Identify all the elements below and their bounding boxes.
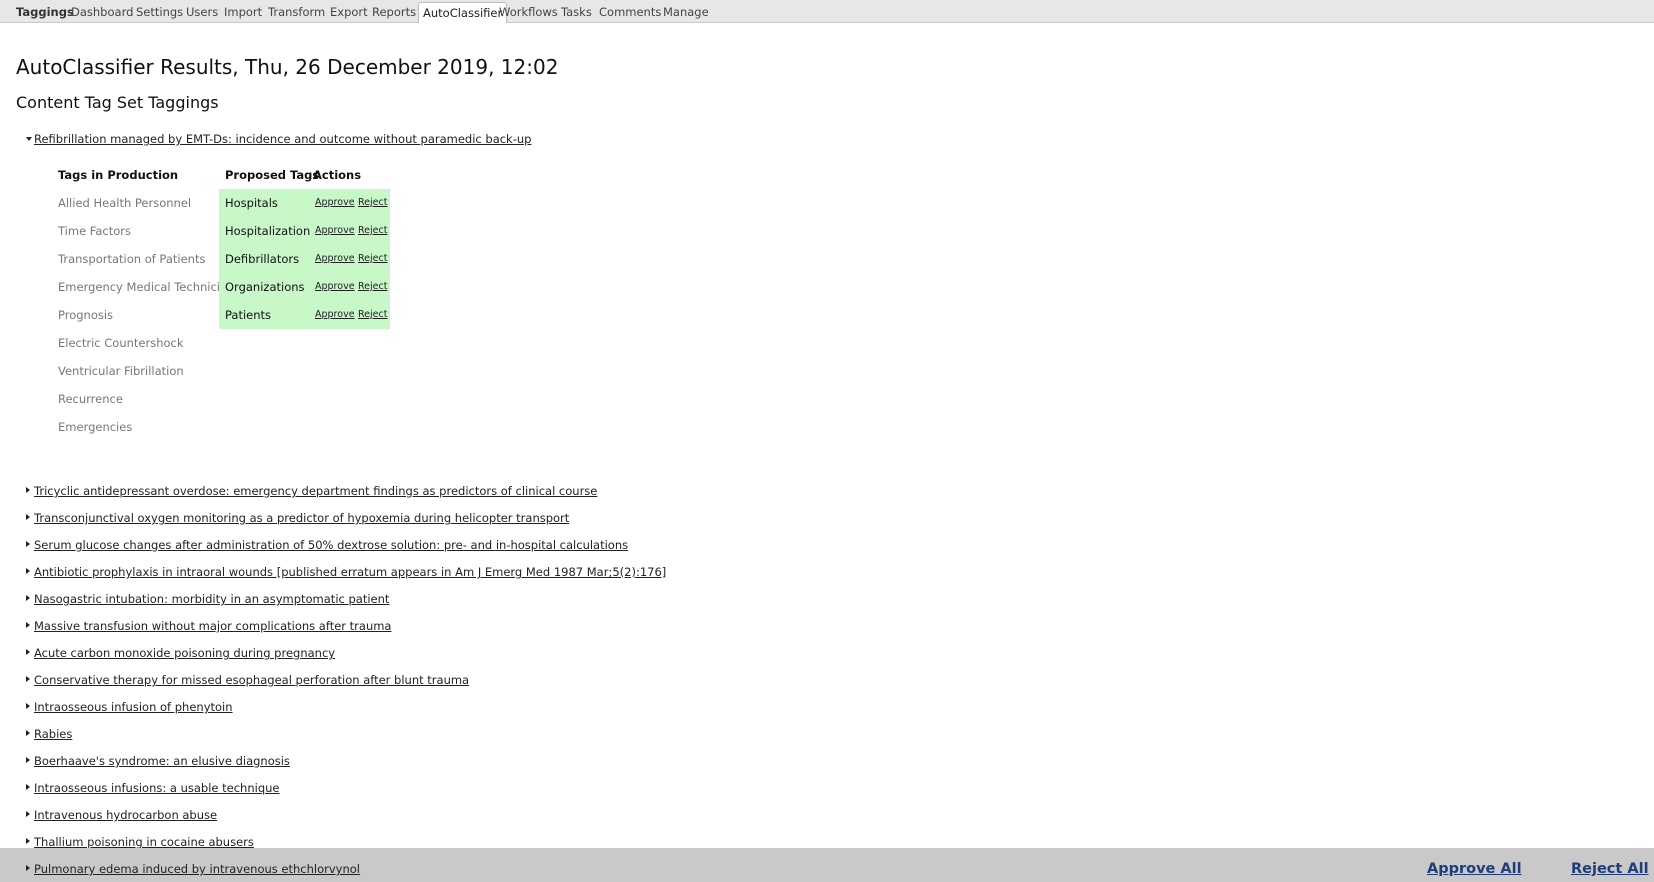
tab-export[interactable]: Export bbox=[330, 5, 368, 19]
expand-triangle-icon[interactable] bbox=[26, 568, 30, 574]
production-tag: Transportation of Patients bbox=[58, 252, 206, 266]
approve-button[interactable]: Approve bbox=[315, 309, 355, 320]
top-navigation-bar: Taggings Dashboard Settings Users Import… bbox=[0, 0, 1654, 23]
document-link[interactable]: Intravenous hydrocarbon abuse bbox=[34, 808, 217, 822]
page-subtitle: Content Tag Set Taggings bbox=[16, 93, 219, 112]
proposed-tag: Organizations bbox=[225, 280, 305, 294]
tab-settings[interactable]: Settings bbox=[136, 5, 183, 19]
document-link[interactable]: Transconjunctival oxygen monitoring as a… bbox=[34, 511, 569, 525]
expand-triangle-icon[interactable] bbox=[26, 595, 30, 601]
page-title: AutoClassifier Results, Thu, 26 December… bbox=[16, 55, 559, 79]
tab-dashboard[interactable]: Dashboard bbox=[71, 5, 133, 19]
tab-comments[interactable]: Comments bbox=[599, 5, 661, 19]
document-link[interactable]: Conservative therapy for missed esophage… bbox=[34, 673, 469, 687]
expand-triangle-icon[interactable] bbox=[26, 514, 30, 520]
tab-tasks[interactable]: Tasks bbox=[561, 5, 592, 19]
document-link[interactable]: Thallium poisoning in cocaine abusers bbox=[34, 835, 254, 849]
document-link[interactable]: Massive transfusion without major compli… bbox=[34, 619, 391, 633]
tab-autoclassifier[interactable]: AutoClassifier bbox=[418, 2, 508, 23]
expand-triangle-icon[interactable] bbox=[26, 811, 30, 817]
expand-triangle-icon[interactable] bbox=[26, 487, 30, 493]
production-tag: Ventricular Fibrillation bbox=[58, 364, 184, 378]
approve-button[interactable]: Approve bbox=[315, 253, 355, 264]
tab-manage[interactable]: Manage bbox=[663, 5, 709, 19]
tab-import[interactable]: Import bbox=[224, 5, 262, 19]
tab-transform[interactable]: Transform bbox=[268, 5, 325, 19]
document-link[interactable]: Antibiotic prophylaxis in intraoral woun… bbox=[34, 565, 666, 579]
proposed-tag: Defibrillators bbox=[225, 252, 300, 266]
production-tag: Prognosis bbox=[58, 308, 114, 322]
reject-button[interactable]: Reject bbox=[358, 225, 387, 236]
header-proposed-tags: Proposed Tags bbox=[225, 168, 320, 182]
approve-button[interactable]: Approve bbox=[315, 225, 355, 236]
document-link[interactable]: Boerhaave's syndrome: an elusive diagnos… bbox=[34, 754, 290, 768]
production-tag: Allied Health Personnel bbox=[58, 196, 192, 210]
approve-button[interactable]: Approve bbox=[315, 281, 355, 292]
header-actions: Actions bbox=[313, 168, 362, 182]
reject-all-button[interactable]: Reject All bbox=[1571, 861, 1649, 877]
approve-button[interactable]: Approve bbox=[315, 197, 355, 208]
expand-triangle-icon[interactable] bbox=[26, 757, 30, 763]
proposed-tag: Hospitalization bbox=[225, 224, 311, 238]
document-link[interactable]: Intraosseous infusion of phenytoin bbox=[34, 700, 233, 714]
expand-triangle-icon[interactable] bbox=[26, 676, 30, 682]
expand-triangle-icon[interactable] bbox=[26, 541, 30, 547]
document-link[interactable]: Intraosseous infusions: a usable techniq… bbox=[34, 781, 279, 795]
approve-all-button[interactable]: Approve All bbox=[1427, 861, 1522, 877]
expand-triangle-icon[interactable] bbox=[26, 865, 30, 871]
nav-brand[interactable]: Taggings bbox=[16, 5, 74, 19]
document-link[interactable]: Nasogastric intubation: morbidity in an … bbox=[34, 592, 389, 606]
document-link[interactable]: Rabies bbox=[34, 727, 72, 741]
collapse-triangle-icon[interactable] bbox=[26, 137, 32, 141]
proposed-tag: Patients bbox=[225, 308, 272, 322]
tab-workflows[interactable]: Workflows bbox=[499, 5, 558, 19]
production-tag: Emergency Medical Technicians bbox=[58, 280, 241, 294]
expand-triangle-icon[interactable] bbox=[26, 838, 30, 844]
expand-triangle-icon[interactable] bbox=[26, 649, 30, 655]
document-link[interactable]: Serum glucose changes after administrati… bbox=[34, 538, 628, 552]
tab-reports[interactable]: Reports bbox=[372, 5, 416, 19]
document-link[interactable]: Acute carbon monoxide poisoning during p… bbox=[34, 646, 335, 660]
production-tag: Emergencies bbox=[58, 420, 133, 434]
expand-triangle-icon[interactable] bbox=[26, 730, 30, 736]
document-link[interactable]: Pulmonary edema induced by intravenous e… bbox=[34, 862, 360, 876]
document-link[interactable]: Tricyclic antidepressant overdose: emerg… bbox=[34, 484, 597, 498]
expand-triangle-icon[interactable] bbox=[26, 622, 30, 628]
production-tag: Recurrence bbox=[58, 392, 123, 406]
production-tag: Electric Countershock bbox=[58, 336, 184, 350]
reject-button[interactable]: Reject bbox=[358, 253, 387, 264]
production-tag: Time Factors bbox=[58, 224, 131, 238]
reject-button[interactable]: Reject bbox=[358, 309, 387, 320]
document-link-expanded[interactable]: Refibrillation managed by EMT-Ds: incide… bbox=[34, 132, 531, 146]
header-tags-in-production: Tags in Production bbox=[58, 168, 179, 182]
expand-triangle-icon[interactable] bbox=[26, 784, 30, 790]
reject-button[interactable]: Reject bbox=[358, 197, 387, 208]
proposed-tag: Hospitals bbox=[225, 196, 278, 210]
reject-button[interactable]: Reject bbox=[358, 281, 387, 292]
expand-triangle-icon[interactable] bbox=[26, 703, 30, 709]
tab-users[interactable]: Users bbox=[186, 5, 218, 19]
